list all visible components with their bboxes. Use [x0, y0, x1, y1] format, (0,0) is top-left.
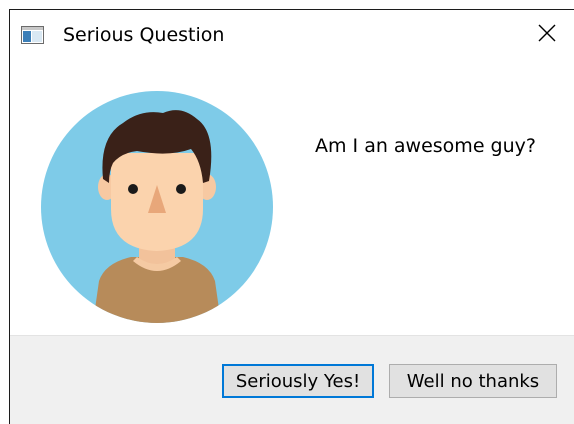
title-bar: Serious Question	[10, 10, 574, 58]
close-button[interactable]	[525, 18, 569, 52]
button-bar: Seriously Yes! Well no thanks	[10, 335, 574, 424]
avatar-person-icon	[41, 91, 273, 323]
dialog-content: Am I an awesome guy?	[10, 58, 574, 335]
dialog-message: Am I an awesome guy?	[315, 135, 536, 157]
window-app-icon	[21, 26, 44, 44]
seriously-yes-button[interactable]: Seriously Yes!	[222, 364, 374, 398]
well-no-thanks-button[interactable]: Well no thanks	[389, 364, 557, 398]
window-title: Serious Question	[63, 24, 225, 46]
dialog-window: Serious Question Am I an awesome guy? Se…	[9, 9, 574, 424]
close-icon	[537, 23, 557, 47]
